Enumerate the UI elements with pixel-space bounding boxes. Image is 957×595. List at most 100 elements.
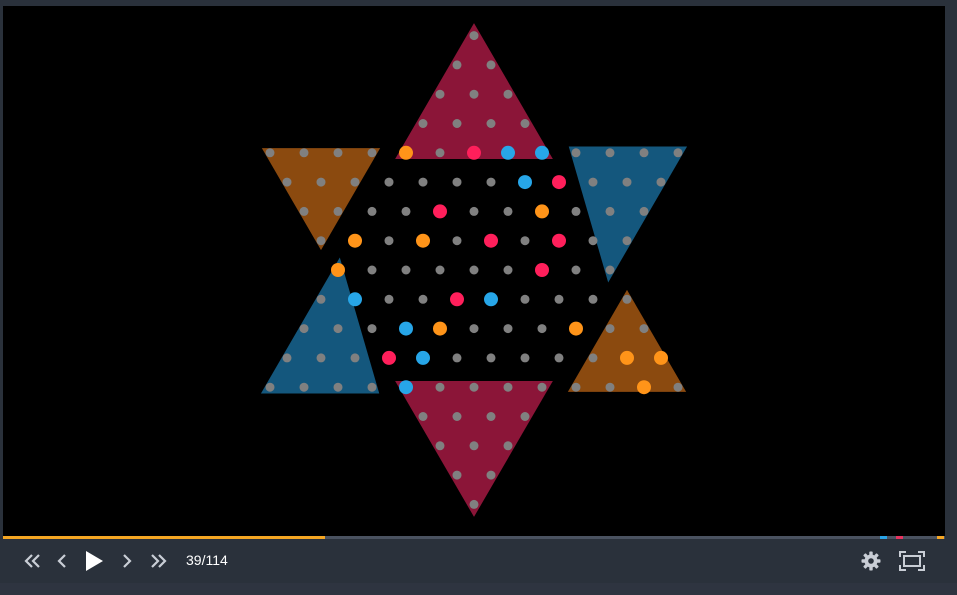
fullscreen-button[interactable] — [898, 549, 926, 573]
skip-to-start-button[interactable] — [21, 549, 43, 573]
empty-hole — [469, 265, 479, 275]
empty-hole — [316, 353, 326, 363]
empty-hole — [520, 236, 530, 246]
frame-counter: 39/114 — [186, 552, 228, 568]
empty-hole — [673, 382, 683, 392]
empty-hole — [384, 236, 394, 246]
empty-hole — [503, 441, 513, 451]
empty-hole — [469, 382, 479, 392]
empty-hole — [367, 206, 377, 216]
empty-hole — [418, 294, 428, 304]
orange-piece[interactable] — [416, 233, 430, 248]
empty-hole — [316, 294, 326, 304]
red-piece[interactable] — [450, 292, 464, 307]
orange-piece[interactable] — [348, 233, 362, 248]
empty-hole — [367, 265, 377, 275]
empty-hole — [299, 382, 309, 392]
play-button[interactable] — [81, 549, 107, 573]
empty-hole — [452, 60, 462, 70]
empty-hole — [588, 294, 598, 304]
empty-hole — [435, 148, 445, 158]
empty-hole — [401, 206, 411, 216]
blue-piece[interactable] — [399, 321, 413, 336]
double-chevron-right-icon — [151, 554, 167, 568]
empty-hole — [452, 353, 462, 363]
empty-hole — [469, 89, 479, 99]
empty-hole — [571, 148, 581, 158]
blue-piece[interactable] — [348, 292, 362, 307]
empty-hole — [265, 382, 275, 392]
empty-hole — [605, 265, 615, 275]
empty-hole — [605, 148, 615, 158]
step-forward-button[interactable] — [118, 549, 136, 573]
chevron-right-icon — [123, 554, 132, 568]
blue-piece[interactable] — [399, 380, 413, 395]
empty-hole — [452, 470, 462, 480]
orange-piece[interactable] — [637, 380, 651, 395]
empty-hole — [486, 412, 496, 421]
empty-hole — [571, 265, 581, 275]
game-viewport — [3, 6, 945, 536]
empty-hole — [333, 148, 343, 158]
red-piece[interactable] — [552, 175, 566, 190]
red-piece[interactable] — [484, 233, 498, 248]
empty-hole — [486, 470, 496, 480]
blue-piece[interactable] — [501, 145, 515, 160]
orange-piece[interactable] — [569, 321, 583, 336]
empty-hole — [639, 324, 649, 334]
red-piece[interactable] — [433, 204, 447, 219]
blue-piece[interactable] — [535, 145, 549, 160]
empty-hole — [486, 353, 496, 363]
empty-hole — [571, 206, 581, 216]
empty-hole — [367, 324, 377, 334]
skip-to-end-button[interactable] — [148, 549, 170, 573]
empty-hole — [537, 382, 547, 392]
empty-hole — [639, 206, 649, 216]
empty-hole — [639, 148, 649, 158]
empty-hole — [520, 353, 530, 363]
empty-hole — [452, 236, 462, 246]
empty-hole — [401, 265, 411, 275]
player-frame: 39/114 — [0, 0, 957, 595]
orange-piece[interactable] — [535, 204, 549, 219]
empty-hole — [299, 148, 309, 158]
empty-hole — [333, 206, 343, 216]
empty-hole — [622, 294, 632, 304]
empty-hole — [265, 148, 275, 158]
red-piece[interactable] — [467, 145, 481, 160]
red-piece[interactable] — [382, 350, 396, 365]
blue-piece[interactable] — [484, 292, 498, 307]
bottom-strip — [0, 583, 957, 595]
empty-hole — [469, 206, 479, 216]
empty-hole — [537, 324, 547, 334]
empty-hole — [503, 89, 513, 99]
empty-hole — [503, 265, 513, 275]
empty-hole — [333, 324, 343, 334]
empty-hole — [656, 177, 666, 187]
settings-button[interactable] — [859, 549, 883, 573]
orange-piece[interactable] — [399, 145, 413, 160]
fullscreen-icon — [899, 551, 925, 571]
orange-piece[interactable] — [433, 321, 447, 336]
orange-piece[interactable] — [654, 350, 668, 365]
empty-hole — [469, 441, 479, 451]
empty-hole — [282, 177, 292, 187]
empty-hole — [673, 148, 683, 158]
empty-hole — [418, 177, 428, 187]
orange-piece[interactable] — [620, 350, 634, 365]
chevron-left-icon — [57, 554, 66, 568]
red-piece[interactable] — [535, 263, 549, 277]
red-piece[interactable] — [552, 233, 566, 248]
zone-blue-top-right — [568, 146, 688, 283]
blue-piece[interactable] — [518, 175, 532, 190]
zone-orange-bottom-right — [567, 289, 687, 392]
empty-hole — [452, 119, 462, 128]
empty-hole — [622, 177, 632, 187]
empty-hole — [435, 441, 445, 451]
empty-hole — [605, 382, 615, 392]
empty-hole — [333, 382, 343, 392]
blue-piece[interactable] — [416, 350, 430, 365]
empty-hole — [588, 353, 598, 363]
orange-piece[interactable] — [331, 263, 345, 277]
step-back-button[interactable] — [53, 549, 71, 573]
